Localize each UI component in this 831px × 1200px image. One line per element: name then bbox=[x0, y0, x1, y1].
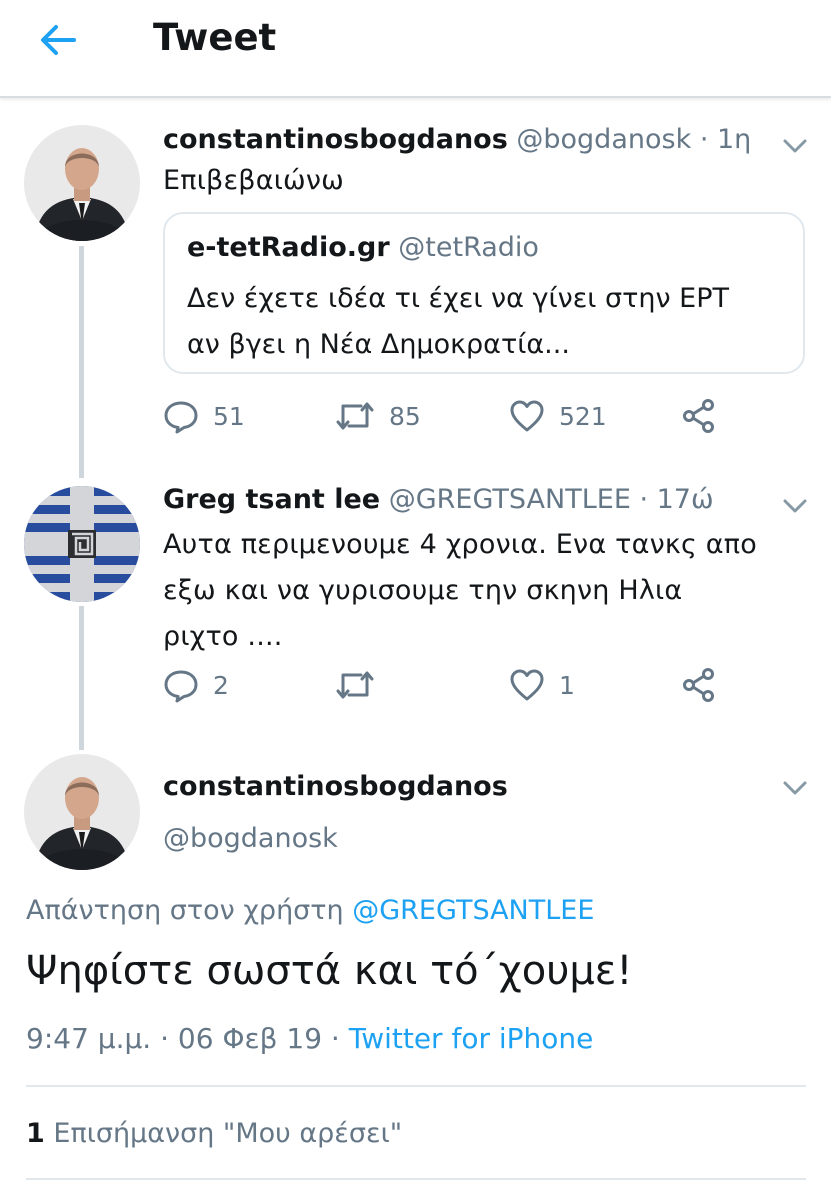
likes-summary[interactable]: 1 Επισήμανση "Μου αρέσει" bbox=[26, 1118, 402, 1149]
divider bbox=[26, 1085, 806, 1087]
reply-icon bbox=[164, 670, 198, 703]
retweet-count: 85 bbox=[389, 401, 421, 431]
tweet-source-link[interactable]: Twitter for iPhone bbox=[349, 1022, 594, 1055]
quoted-author-name: e-tetRadio.gr bbox=[187, 232, 390, 263]
thread-line bbox=[79, 246, 84, 478]
retweet-icon bbox=[336, 671, 374, 699]
tweet-constantinosbogdanos-1[interactable]: constantinosbogdanos @bogdanosk · 1η Επι… bbox=[0, 0, 831, 480]
avatar[interactable] bbox=[24, 754, 140, 870]
author-handle[interactable]: @bogdanosk bbox=[163, 823, 338, 854]
tweet-menu-button[interactable] bbox=[780, 776, 810, 800]
retweet-button[interactable]: 85 bbox=[335, 398, 421, 434]
avatar-image bbox=[24, 754, 140, 870]
tweet-text: Επιβεβαιώνω bbox=[163, 165, 344, 196]
chevron-down-icon bbox=[783, 139, 807, 153]
main-tweet-text: Ψηφίστε σωστά και τό΄χουμε! bbox=[26, 948, 633, 994]
author-name[interactable]: Greg tsant lee bbox=[163, 484, 380, 515]
tweet-gregtsantlee[interactable]: Greg tsant lee @GREGTSANTLEE · 17ώ Αυτα … bbox=[0, 480, 831, 750]
share-icon bbox=[683, 668, 714, 702]
tweet-menu-button[interactable] bbox=[780, 494, 810, 518]
retweet-icon bbox=[336, 402, 374, 430]
retweet-button[interactable] bbox=[335, 667, 389, 703]
chevron-down-icon bbox=[783, 781, 807, 795]
quoted-tweet-header: e-tetRadio.gr @tetRadio bbox=[187, 232, 539, 263]
share-icon bbox=[683, 399, 714, 433]
like-button[interactable]: 521 bbox=[509, 398, 607, 434]
tweet-text-line: εξω και να γυρισουμε την σκηνη Ηλια bbox=[163, 575, 683, 606]
avatar[interactable] bbox=[24, 125, 140, 241]
reply-context: Απάντηση στον χρήστη @GREGTSANTLEE bbox=[26, 895, 594, 926]
quoted-text-line: αν βγει η Νέα Δημοκρατία... bbox=[187, 329, 570, 360]
flag-avatar-image bbox=[24, 486, 140, 602]
heart-icon bbox=[510, 669, 544, 701]
tweet-time: · 17ώ bbox=[639, 484, 714, 515]
author-handle[interactable]: @bogdanosk bbox=[516, 124, 691, 155]
reply-button[interactable]: 51 bbox=[163, 398, 245, 434]
author-name[interactable]: constantinosbogdanos bbox=[163, 124, 508, 155]
avatar[interactable] bbox=[24, 486, 140, 602]
tweet-time: · 1η bbox=[699, 124, 752, 155]
reply-count: 51 bbox=[213, 401, 245, 431]
reply-mention-link[interactable]: @GREGTSANTLEE bbox=[352, 895, 594, 926]
divider bbox=[26, 1178, 806, 1180]
author-name[interactable]: constantinosbogdanos bbox=[163, 771, 508, 802]
reply-count: 2 bbox=[213, 670, 229, 700]
likes-count: 1 bbox=[26, 1118, 45, 1149]
tweet-menu-button[interactable] bbox=[780, 134, 810, 158]
tweet-timestamp-row: 9:47 μ.μ. · 06 Φεβ 19 · Twitter for iPho… bbox=[26, 1022, 593, 1055]
chevron-down-icon bbox=[783, 499, 807, 513]
tweet-text: Αυτα περιμενουμε 4 χρονια. Ενα τανκς απο… bbox=[163, 522, 757, 660]
quoted-author-handle: @tetRadio bbox=[398, 232, 539, 263]
thread-line bbox=[79, 606, 84, 750]
tweet-actions: 51 85 521 bbox=[163, 398, 763, 438]
author-handle[interactable]: @GREGTSANTLEE bbox=[389, 484, 631, 515]
tweet-header: Greg tsant lee @GREGTSANTLEE · 17ώ bbox=[163, 484, 714, 515]
tweet-actions: 2 1 bbox=[163, 667, 763, 707]
reply-icon bbox=[164, 401, 198, 434]
quoted-text-line: Δεν έχετε ιδέα τι έχει να γίνει στην ΕΡΤ bbox=[187, 283, 730, 314]
reply-context-label: Απάντηση στον χρήστη bbox=[26, 895, 353, 926]
quoted-tweet-text: Δεν έχετε ιδέα τι έχει να γίνει στην ΕΡΤ… bbox=[187, 276, 729, 368]
reply-button[interactable]: 2 bbox=[163, 667, 229, 703]
like-count: 1 bbox=[559, 670, 575, 700]
avatar-image bbox=[24, 125, 140, 241]
quoted-tweet[interactable]: e-tetRadio.gr @tetRadio Δεν έχετε ιδέα τ… bbox=[163, 212, 805, 374]
like-count: 521 bbox=[559, 401, 607, 431]
heart-icon bbox=[510, 400, 544, 432]
likes-label: Επισήμανση "Μου αρέσει" bbox=[44, 1118, 403, 1149]
tweet-header: constantinosbogdanos @bogdanosk · 1η bbox=[163, 124, 751, 155]
tweet-text-line: ριχτο .... bbox=[163, 621, 283, 652]
tweet-timestamp: 9:47 μ.μ. · 06 Φεβ 19 · bbox=[26, 1022, 349, 1055]
share-button[interactable] bbox=[681, 667, 717, 703]
share-button[interactable] bbox=[681, 398, 717, 434]
tweet-text-line: Αυτα περιμενουμε 4 χρονια. Ενα τανκς απο bbox=[163, 529, 757, 560]
like-button[interactable]: 1 bbox=[509, 667, 575, 703]
